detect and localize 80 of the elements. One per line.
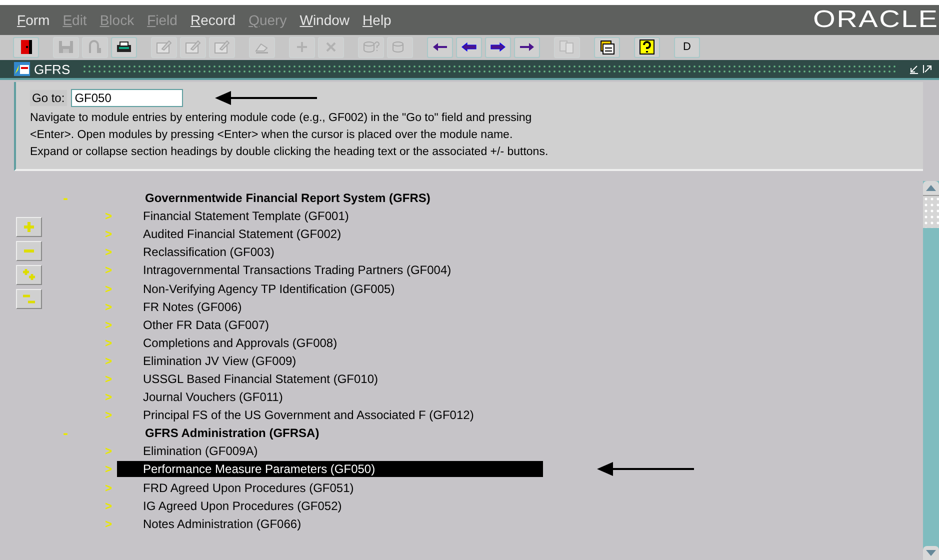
- item-marker: >: [105, 300, 114, 314]
- module-item[interactable]: Financial Statement Template (GF001): [117, 208, 349, 224]
- section-heading[interactable]: Governmentwide Financial Report System (GFRS): [145, 191, 430, 206]
- module-item[interactable]: Principal FS of the US Government and Associated F (GF012): [117, 407, 474, 424]
- double-minus-icon: [21, 292, 37, 306]
- item-marker: >: [105, 227, 114, 242]
- window-title: GFRS: [34, 62, 70, 76]
- module-item[interactable]: Other FR Data (GF007): [117, 316, 270, 333]
- window-icon: [14, 62, 30, 76]
- edit-icon: [213, 39, 231, 55]
- revert-icon: [86, 39, 104, 55]
- minimize-icon[interactable]: [909, 64, 919, 74]
- go-to-field[interactable]: GF050: [70, 89, 183, 107]
- field-label: Go to:: [30, 90, 67, 106]
- query-icon: [362, 39, 380, 55]
- item-marker: >: [105, 263, 114, 278]
- module-item[interactable]: USSGL Based Financial Statement (GF010): [117, 370, 378, 387]
- maximize-icon[interactable]: [923, 64, 933, 74]
- up-arrow-icon: [926, 185, 936, 191]
- collapse-button[interactable]: [16, 241, 42, 261]
- item-marker: >: [105, 408, 114, 422]
- item-marker: >: [105, 354, 114, 368]
- scroll-thumb[interactable]: [923, 195, 939, 228]
- toolbar-button[interactable]: [111, 36, 137, 58]
- item-marker: >: [105, 498, 114, 513]
- down-arrow-icon: [926, 550, 936, 556]
- help-icon: [638, 39, 656, 55]
- item-marker: >: [105, 336, 114, 350]
- copy-icon: [558, 39, 576, 55]
- save-icon: [57, 39, 75, 55]
- exit-button[interactable]: [13, 36, 39, 58]
- item-marker: >: [105, 372, 114, 386]
- item-marker: >: [105, 209, 114, 224]
- module-item[interactable]: Journal Vouchers (GF011): [117, 389, 283, 406]
- help-button[interactable]: [634, 36, 660, 58]
- item-marker: >: [105, 318, 114, 332]
- item-marker: >: [105, 444, 114, 458]
- collapse-all-button[interactable]: [16, 289, 42, 309]
- module-item[interactable]: Completions and Approvals (GF008): [117, 334, 338, 351]
- menu-item[interactable]: Record: [190, 12, 236, 28]
- module-item[interactable]: Performance Measure Parameters (GF050): [117, 461, 543, 478]
- menu-item[interactable]: Form: [17, 12, 50, 28]
- edit-icon: [155, 39, 173, 55]
- toolbar-button[interactable]: [514, 36, 540, 58]
- item-marker: >: [105, 480, 114, 495]
- toolbar-button[interactable]: D: [674, 36, 700, 58]
- module-item[interactable]: FR Notes (GF006): [117, 298, 242, 315]
- toolbar-button[interactable]: [594, 36, 620, 58]
- module-item[interactable]: Notes Administration (GF066): [117, 516, 302, 532]
- plus-icon: [21, 220, 37, 234]
- toolbar-button[interactable]: [427, 36, 453, 58]
- scroll-up-button[interactable]: [923, 181, 939, 195]
- module-item[interactable]: IG Agreed Upon Procedures (GF052): [117, 498, 342, 514]
- module-item[interactable]: Non-Verifying Agency TP Identification (GF005): [117, 280, 395, 297]
- print-icon: [115, 39, 133, 55]
- expand-button[interactable]: [16, 217, 42, 237]
- module-item[interactable]: FRD Agreed Upon Procedures (GF051): [117, 480, 354, 496]
- menu-item[interactable]: Help: [362, 12, 392, 28]
- brand-logo: ORACLE: [813, 6, 939, 34]
- double-plus-icon: [21, 268, 37, 282]
- scrollbar[interactable]: [923, 181, 939, 560]
- menu-item[interactable]: Window: [300, 12, 350, 28]
- toolbar-button[interactable]: [456, 36, 482, 58]
- scroll-down-button[interactable]: [923, 546, 939, 560]
- item-marker: >: [105, 282, 114, 296]
- edit-icon: [184, 39, 202, 55]
- toolbar-button[interactable]: [485, 36, 511, 58]
- module-item[interactable]: Reclassification (GF003): [117, 244, 274, 260]
- item-marker: >: [105, 390, 114, 404]
- instructions-text: Navigate to module entries by entering module code (e.g., GF002) in the "Go to" field and pressing <Enter>. Open modules by pressing <Enter> when the cursor is placed over the module name. Expand or collapse section headings by double clicking the heading text or the associated +/- buttons.: [30, 111, 550, 160]
- module-item[interactable]: Elimination (GF009A): [117, 443, 258, 460]
- module-item[interactable]: Intragovernmental Transactions Trading Partners (GF004): [117, 262, 452, 278]
- expand-all-button[interactable]: [16, 265, 42, 285]
- item-marker: >: [105, 462, 114, 476]
- item-marker: >: [105, 516, 114, 531]
- item-marker: >: [105, 245, 114, 260]
- module-item[interactable]: Elimination JV View (GF009): [117, 352, 296, 369]
- module-item[interactable]: Audited Financial Statement (GF002): [117, 226, 342, 242]
- list-icon: [598, 39, 616, 55]
- section-heading[interactable]: GFRS Administration (GFRSA): [145, 426, 320, 440]
